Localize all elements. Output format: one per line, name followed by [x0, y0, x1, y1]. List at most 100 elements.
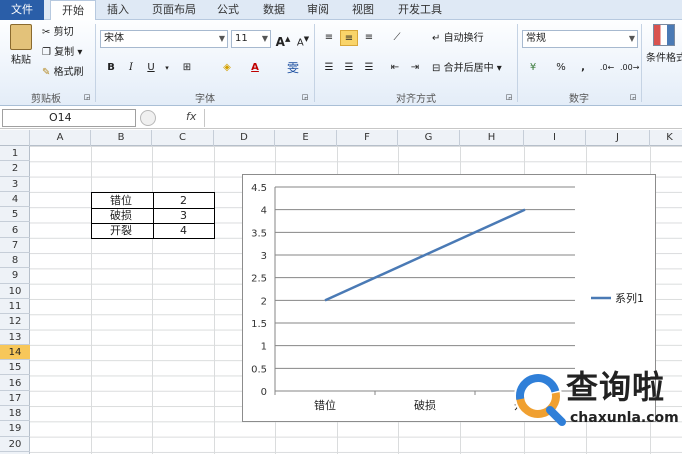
decrease-decimal-icon[interactable]: .00→ — [620, 60, 639, 76]
align-top-icon[interactable]: ≡ — [320, 30, 338, 46]
tab-view[interactable]: 视图 — [345, 0, 381, 20]
copy-button[interactable]: ❐ 复制 ▾ — [42, 46, 82, 60]
row-header[interactable]: 4 — [0, 192, 30, 208]
italic-button[interactable]: I — [122, 60, 140, 76]
paste-button[interactable]: 粘贴 — [6, 24, 36, 80]
tab-formulas[interactable]: 公式 — [210, 0, 246, 20]
comma-button[interactable]: , — [574, 60, 592, 76]
tab-insert[interactable]: 插入 — [100, 0, 136, 20]
row-header[interactable]: 9 — [0, 268, 30, 284]
copy-icon: ❐ — [42, 47, 51, 58]
number-group-label: 数字 — [569, 94, 589, 105]
fill-color-icon[interactable]: ◈ — [218, 60, 236, 76]
tab-page-layout[interactable]: 页面布局 — [146, 0, 202, 20]
formula-bar: O14 fx — [0, 107, 682, 129]
row-header[interactable]: 14 — [0, 344, 30, 361]
row-header[interactable]: 6 — [0, 223, 30, 238]
font-color-icon[interactable]: A — [246, 60, 264, 76]
cell-label[interactable]: 开裂 — [110, 224, 132, 238]
row-header[interactable]: 17 — [0, 391, 30, 407]
row-header[interactable]: 12 — [0, 314, 30, 330]
number-format-select[interactable]: 常规 ▼ — [522, 30, 638, 48]
formula-input[interactable] — [204, 109, 682, 127]
row-header[interactable]: 13 — [0, 330, 30, 345]
y-tick-label: 3 — [261, 251, 267, 262]
row-header[interactable]: 7 — [0, 238, 30, 254]
increase-indent-icon[interactable]: ⇥ — [406, 60, 424, 76]
cut-button[interactable]: ✂ 剪切 — [42, 26, 74, 40]
column-header[interactable]: C — [152, 130, 214, 146]
column-header[interactable]: I — [524, 130, 586, 146]
conditional-format-button[interactable]: 条件格式 — [646, 24, 682, 66]
select-all-corner[interactable] — [0, 130, 30, 146]
column-header[interactable]: D — [214, 130, 275, 146]
column-header[interactable]: J — [586, 130, 650, 146]
row-header[interactable]: 15 — [0, 360, 30, 376]
column-header[interactable]: E — [275, 130, 337, 146]
tab-home[interactable]: 开始 — [50, 0, 96, 21]
name-box-scroll[interactable] — [140, 110, 156, 126]
dialog-launcher-icon[interactable]: ◲ — [82, 89, 92, 105]
tab-review[interactable]: 审阅 — [300, 0, 336, 20]
percent-button[interactable]: % — [552, 60, 570, 76]
border-icon[interactable]: ⊞ — [178, 60, 196, 76]
row-header[interactable]: 19 — [0, 421, 30, 437]
y-tick-label: 4 — [261, 206, 267, 217]
grow-font-button[interactable]: A▲ — [274, 31, 292, 49]
merge-center-button[interactable]: ⊟ 合并后居中 ▾ — [432, 62, 502, 76]
watermark-title: 查询啦 — [566, 368, 666, 406]
row-header[interactable]: 8 — [0, 253, 30, 269]
legend-label: 系列1 — [615, 291, 644, 305]
name-box[interactable]: O14 — [2, 109, 136, 127]
format-painter-button[interactable]: ✎ 格式刷 — [42, 66, 84, 80]
clipboard-group-label: 剪贴板 — [31, 94, 61, 105]
align-bottom-icon[interactable]: ≡ — [360, 30, 378, 46]
row-header[interactable]: 3 — [0, 177, 30, 192]
fx-icon[interactable]: fx — [186, 110, 196, 123]
data-table: 错位 2 破损 3 开裂 4 — [91, 192, 215, 239]
cell-value[interactable]: 3 — [180, 209, 187, 223]
orientation-icon[interactable]: ⟋ — [388, 30, 406, 46]
column-header[interactable]: B — [91, 130, 152, 146]
chevron-down-icon: ▼ — [628, 34, 635, 43]
row-header[interactable]: 1 — [0, 146, 30, 162]
cell-value[interactable]: 4 — [180, 224, 187, 238]
increase-decimal-icon[interactable]: .0← — [598, 60, 616, 76]
phonetic-button[interactable]: 雯 — [284, 60, 302, 76]
column-header[interactable]: G — [398, 130, 460, 146]
column-header[interactable]: H — [460, 130, 524, 146]
shrink-font-button[interactable]: A▼ — [294, 31, 312, 48]
y-tick-label: 0 — [261, 387, 267, 398]
row-header[interactable]: 16 — [0, 376, 30, 391]
align-left-icon[interactable]: ☰ — [320, 60, 338, 76]
font-name-select[interactable]: 宋体 ▼ — [100, 30, 228, 48]
y-tick-label: 3.5 — [251, 228, 267, 239]
dialog-launcher-icon[interactable]: ◲ — [504, 89, 514, 105]
cell-label[interactable]: 错位 — [110, 194, 132, 208]
currency-icon[interactable]: ¥ — [524, 60, 542, 76]
row-header[interactable]: 5 — [0, 207, 30, 223]
row-header[interactable]: 10 — [0, 284, 30, 299]
dialog-launcher-icon[interactable]: ◲ — [628, 89, 638, 105]
tab-file[interactable]: 文件 — [0, 0, 44, 20]
chevron-down-icon[interactable]: ▾ — [158, 60, 176, 76]
cell-value[interactable]: 2 — [180, 194, 187, 208]
column-header[interactable]: A — [30, 130, 91, 146]
cell-label[interactable]: 破损 — [110, 209, 132, 223]
column-header[interactable]: K — [650, 130, 682, 146]
font-size-select[interactable]: 11 ▼ — [231, 30, 271, 48]
tab-developer[interactable]: 开发工具 — [390, 0, 450, 20]
row-header[interactable]: 11 — [0, 299, 30, 315]
dialog-launcher-icon[interactable]: ◲ — [300, 89, 310, 105]
column-header[interactable]: F — [337, 130, 398, 146]
row-header[interactable]: 20 — [0, 437, 30, 452]
row-header[interactable]: 2 — [0, 161, 30, 177]
bold-button[interactable]: B — [102, 60, 120, 76]
align-right-icon[interactable]: ☰ — [360, 60, 378, 76]
align-center-icon[interactable]: ☰ — [340, 60, 358, 76]
wrap-text-button[interactable]: ↵ 自动换行 — [432, 32, 484, 46]
decrease-indent-icon[interactable]: ⇤ — [386, 60, 404, 76]
align-middle-icon[interactable]: ≡ — [340, 30, 358, 46]
row-header[interactable]: 18 — [0, 406, 30, 422]
tab-data[interactable]: 数据 — [256, 0, 292, 20]
